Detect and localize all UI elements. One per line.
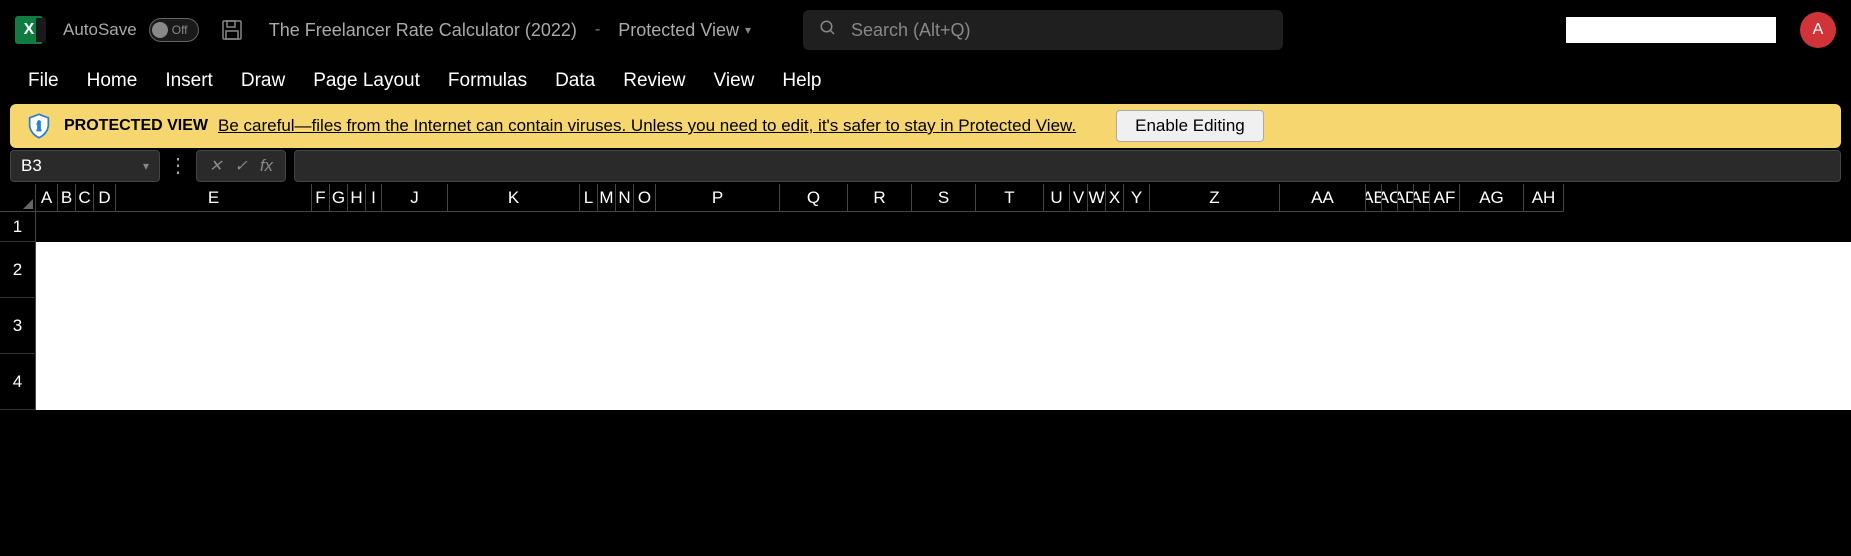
column-header[interactable]: W <box>1088 184 1106 212</box>
column-header[interactable]: B <box>58 184 76 212</box>
row-header[interactable]: 3 <box>0 298 36 354</box>
column-header[interactable]: AH <box>1524 184 1564 212</box>
tab-home[interactable]: Home <box>87 70 138 92</box>
column-header[interactable]: X <box>1106 184 1124 212</box>
document-title: The Freelancer Rate Calculator (2022) <box>269 20 577 41</box>
search-input[interactable] <box>851 20 1267 41</box>
shield-icon: i <box>24 111 54 141</box>
column-header[interactable]: AC <box>1382 184 1398 212</box>
chevron-down-icon: ▾ <box>143 159 149 173</box>
tab-review[interactable]: Review <box>623 70 685 92</box>
column-header[interactable]: T <box>976 184 1044 212</box>
column-header[interactable]: A <box>36 184 58 212</box>
row-1[interactable] <box>36 212 1851 242</box>
row-header[interactable]: 4 <box>0 354 36 410</box>
name-box[interactable]: B3 ▾ <box>10 150 160 182</box>
tab-draw[interactable]: Draw <box>241 70 285 92</box>
column-header[interactable]: AD <box>1398 184 1414 212</box>
column-header[interactable]: R <box>848 184 912 212</box>
column-header[interactable]: N <box>616 184 634 212</box>
column-header[interactable]: G <box>330 184 348 212</box>
column-header[interactable]: Z <box>1150 184 1280 212</box>
formula-input[interactable] <box>294 150 1841 182</box>
column-header[interactable]: E <box>116 184 312 212</box>
column-header[interactable]: D <box>94 184 116 212</box>
column-header[interactable]: J <box>382 184 448 212</box>
tab-page-layout[interactable]: Page Layout <box>313 70 420 92</box>
protected-view-title: PROTECTED VIEW <box>64 117 208 135</box>
ribbon-tabs: File Home Insert Draw Page Layout Formul… <box>0 60 1851 104</box>
rows-rest[interactable] <box>36 242 1851 410</box>
column-header[interactable]: Y <box>1124 184 1150 212</box>
excel-app-icon: X <box>15 16 43 44</box>
tab-formulas[interactable]: Formulas <box>448 70 527 92</box>
search-box[interactable] <box>803 10 1283 50</box>
select-all-corner[interactable] <box>0 184 36 212</box>
cancel-icon[interactable]: ✕ <box>209 156 222 176</box>
fx-icon[interactable]: fx <box>260 156 273 176</box>
view-mode-dropdown[interactable]: Protected View ▾ <box>618 20 751 41</box>
autosave-label: AutoSave <box>63 20 137 40</box>
row-header[interactable]: 1 <box>0 212 36 242</box>
column-header[interactable]: U <box>1044 184 1070 212</box>
column-header[interactable]: O <box>634 184 656 212</box>
column-header[interactable]: AB <box>1366 184 1382 212</box>
protected-view-bar: i PROTECTED VIEW Be careful—files from t… <box>10 104 1841 148</box>
column-header[interactable]: C <box>76 184 94 212</box>
column-header[interactable]: V <box>1070 184 1088 212</box>
column-header[interactable]: AE <box>1414 184 1430 212</box>
formula-bar-menu-icon[interactable]: ⋮ <box>168 156 188 176</box>
protected-view-message[interactable]: Be careful—files from the Internet can c… <box>218 116 1076 136</box>
chevron-down-icon: ▾ <box>745 23 751 37</box>
column-header[interactable]: Q <box>780 184 848 212</box>
column-header[interactable]: K <box>448 184 580 212</box>
tab-data[interactable]: Data <box>555 70 595 92</box>
row-header[interactable]: 2 <box>0 242 36 298</box>
avatar[interactable]: A <box>1800 12 1836 48</box>
column-header[interactable]: AF <box>1430 184 1460 212</box>
column-header[interactable]: H <box>348 184 366 212</box>
tab-help[interactable]: Help <box>782 70 821 92</box>
column-header[interactable]: AG <box>1460 184 1524 212</box>
column-header[interactable]: L <box>580 184 598 212</box>
save-icon[interactable] <box>219 17 245 43</box>
tab-file[interactable]: File <box>28 70 59 92</box>
tab-insert[interactable]: Insert <box>165 70 213 92</box>
title-bar: X AutoSave Off The Freelancer Rate Calcu… <box>0 0 1851 60</box>
enable-editing-button[interactable]: Enable Editing <box>1116 110 1264 142</box>
toggle-state: Off <box>172 23 188 37</box>
search-icon <box>819 19 837 42</box>
account-area[interactable] <box>1566 17 1776 43</box>
column-headers: ABCDEFGHIJKLMNOPQRSTUVWXYZAAABACADAEAFAG… <box>0 184 1851 212</box>
column-header[interactable]: F <box>312 184 330 212</box>
column-header[interactable]: M <box>598 184 616 212</box>
cell-area[interactable] <box>36 212 1851 410</box>
column-header[interactable]: I <box>366 184 382 212</box>
spreadsheet-grid: ABCDEFGHIJKLMNOPQRSTUVWXYZAAABACADAEAFAG… <box>0 184 1851 410</box>
title-separator: - <box>595 21 600 39</box>
column-header[interactable]: AA <box>1280 184 1366 212</box>
column-header[interactable]: P <box>656 184 780 212</box>
formula-buttons: ✕ ✓ fx <box>196 150 286 182</box>
tab-view[interactable]: View <box>714 70 755 92</box>
autosave-toggle[interactable]: Off <box>149 18 199 42</box>
svg-text:i: i <box>37 120 41 135</box>
column-header[interactable]: S <box>912 184 976 212</box>
toggle-knob <box>152 22 168 38</box>
enter-icon[interactable]: ✓ <box>234 156 247 176</box>
formula-bar: B3 ▾ ⋮ ✕ ✓ fx <box>0 148 1851 184</box>
row-headers: 1 2 3 4 <box>0 212 36 410</box>
